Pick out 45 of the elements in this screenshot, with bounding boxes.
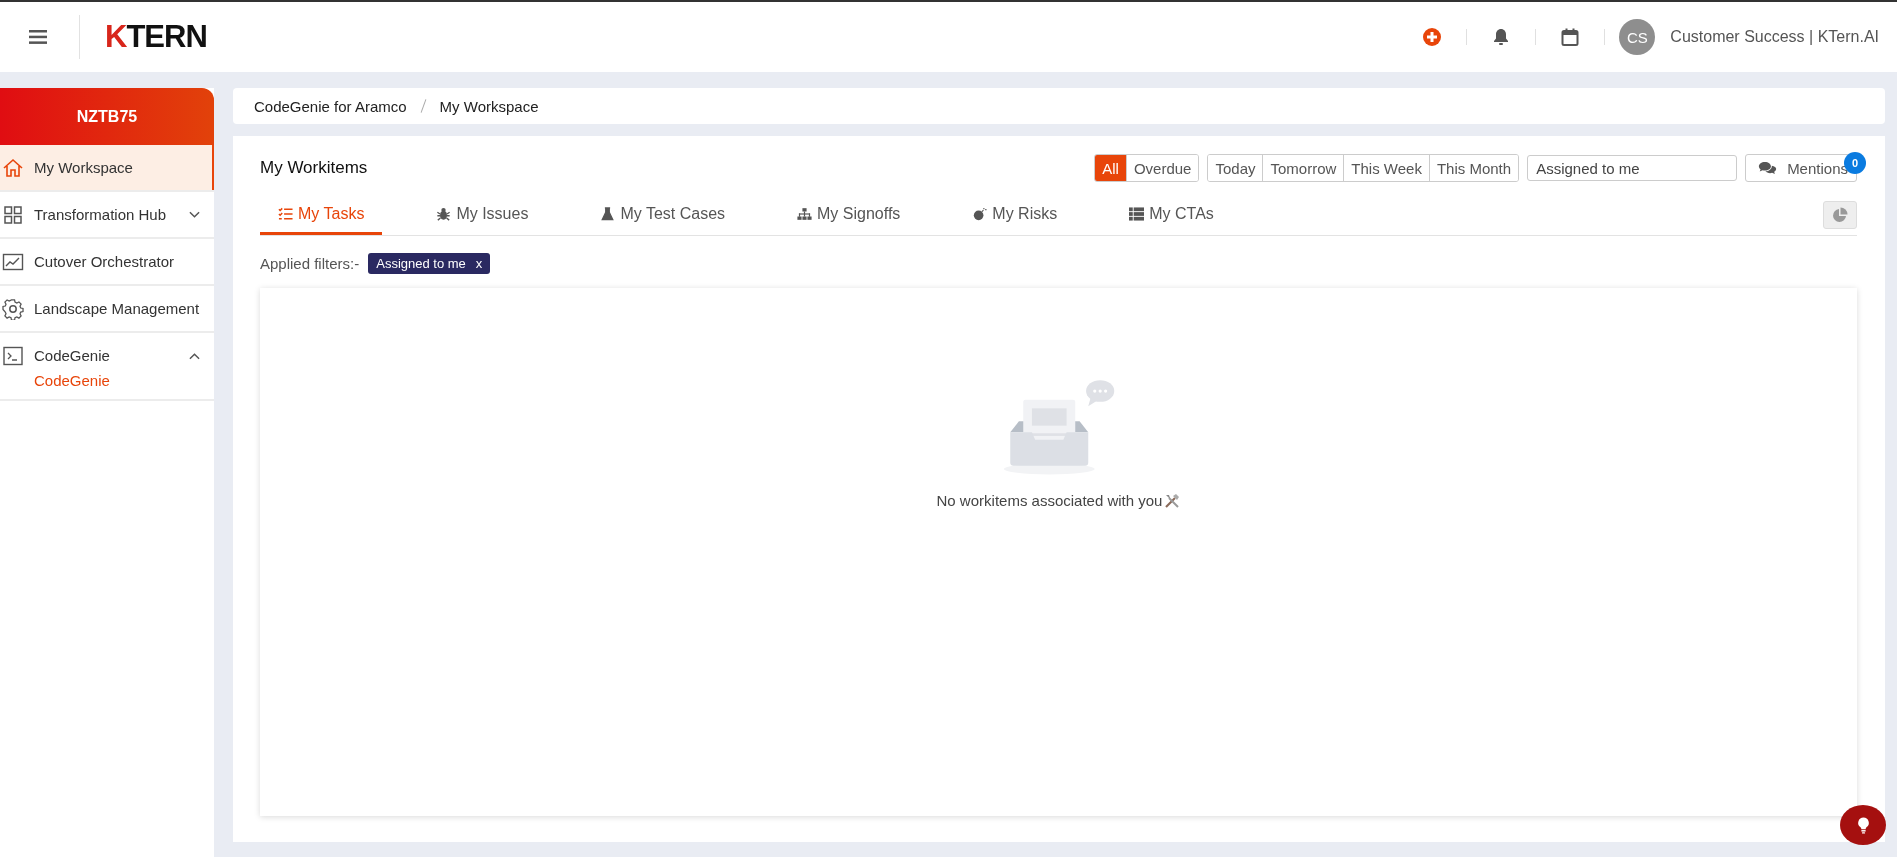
- filter-chip-label: Assigned to me: [376, 256, 466, 271]
- assignee-select[interactable]: Assigned to me: [1527, 155, 1738, 181]
- table-icon: [1129, 206, 1145, 221]
- chart-toggle-button[interactable]: [1823, 201, 1857, 229]
- sidebar-item[interactable]: My Workspace: [0, 145, 214, 190]
- tab[interactable]: My CTAs: [1111, 195, 1232, 235]
- terminal-icon: [2, 344, 24, 367]
- pie-chart-icon: [1832, 207, 1848, 223]
- bug-icon: [436, 206, 452, 221]
- grid-icon: [2, 203, 24, 226]
- add-icon[interactable]: [1422, 27, 1443, 47]
- tools-icon: [1164, 492, 1181, 509]
- empty-state-message: No workitems associated with you: [936, 492, 1163, 509]
- menu-icon[interactable]: [29, 30, 47, 44]
- tab[interactable]: My Tasks: [260, 195, 383, 235]
- bomb-icon: [972, 206, 988, 221]
- sidebar-subitem[interactable]: CodeGenie: [0, 372, 214, 399]
- sidebar-item[interactable]: Cutover Orchestrator: [0, 239, 214, 284]
- settings-icon: [2, 297, 24, 320]
- home-icon: [2, 156, 24, 179]
- chevron-down-icon[interactable]: [189, 210, 200, 219]
- task-list-icon: [278, 206, 293, 221]
- project-header: NZTB75: [0, 88, 214, 145]
- tab[interactable]: My Signoffs: [779, 195, 919, 235]
- tab[interactable]: My Risks: [954, 195, 1076, 235]
- sitemap-icon: [797, 206, 813, 221]
- section-title: My Workitems: [260, 158, 368, 178]
- remove-filter-button[interactable]: x: [475, 256, 483, 271]
- status-filter-button[interactable]: Overdue: [1125, 155, 1199, 181]
- status-filter-button[interactable]: All: [1095, 155, 1126, 181]
- logo[interactable]: KTERN: [105, 19, 207, 55]
- lightbulb-icon: [1856, 816, 1870, 834]
- calendar-icon[interactable]: [1560, 27, 1581, 47]
- applied-filters-label: Applied filters:-: [260, 255, 360, 272]
- date-filter-button[interactable]: This Month: [1428, 155, 1519, 181]
- user-name[interactable]: Customer Success | KTern.AI: [1670, 28, 1879, 46]
- breadcrumb-link[interactable]: My Workspace: [439, 97, 539, 115]
- comments-icon: [1758, 161, 1778, 175]
- tab[interactable]: My Issues: [418, 195, 547, 235]
- breadcrumb-link[interactable]: CodeGenie for Aramco: [254, 97, 407, 115]
- sidebar-item[interactable]: Transformation Hub: [0, 192, 214, 237]
- chevron-up-icon[interactable]: [189, 351, 200, 360]
- flask-icon: [600, 206, 616, 221]
- sidebar-item[interactable]: Landscape Management: [0, 286, 214, 331]
- tab[interactable]: My Test Cases: [582, 195, 744, 235]
